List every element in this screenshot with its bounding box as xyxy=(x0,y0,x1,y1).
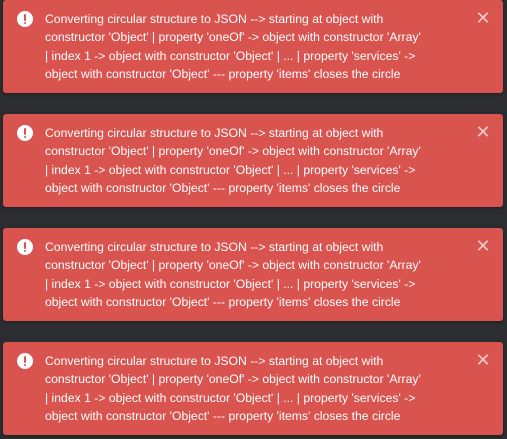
error-toast: Converting circular structure to JSON --… xyxy=(3,342,503,435)
close-icon[interactable]: ✕ xyxy=(475,123,491,141)
exclamation-circle-icon xyxy=(17,125,33,141)
error-toast: Converting circular structure to JSON --… xyxy=(3,114,503,207)
toast-message: Converting circular structure to JSON --… xyxy=(45,240,421,310)
error-toast: Converting circular structure to JSON --… xyxy=(3,228,503,321)
toast-message: Converting circular structure to JSON --… xyxy=(45,354,421,424)
toast-message: Converting circular structure to JSON --… xyxy=(45,126,421,196)
exclamation-circle-icon xyxy=(17,11,33,27)
close-icon[interactable]: ✕ xyxy=(475,351,491,369)
exclamation-circle-icon xyxy=(17,353,33,369)
close-icon[interactable]: ✕ xyxy=(475,237,491,255)
toast-stack: Converting circular structure to JSON --… xyxy=(0,0,507,439)
close-icon[interactable]: ✕ xyxy=(475,9,491,27)
error-toast: Converting circular structure to JSON --… xyxy=(3,0,503,93)
exclamation-circle-icon xyxy=(17,239,33,255)
toast-message: Converting circular structure to JSON --… xyxy=(45,12,421,82)
